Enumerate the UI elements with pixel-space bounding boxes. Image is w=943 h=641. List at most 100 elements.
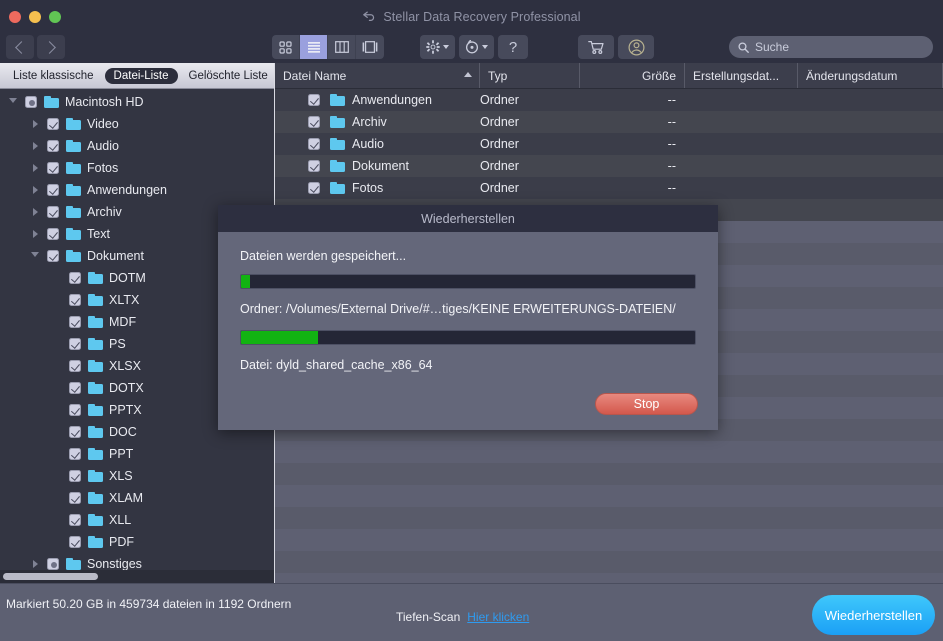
disclosure-triangle-icon[interactable]	[28, 251, 42, 261]
tree-item-checkbox[interactable]	[25, 96, 37, 108]
column-header[interactable]: Größe	[580, 63, 685, 88]
tree-item[interactable]: Video	[0, 113, 275, 135]
table-row[interactable]	[275, 551, 943, 573]
disclosure-triangle-icon[interactable]	[28, 230, 42, 238]
column-header-label: Änderungsdatum	[806, 68, 898, 83]
table-row[interactable]	[275, 573, 943, 583]
tree-item-checkbox[interactable]	[69, 514, 81, 526]
tree-item-checkbox[interactable]	[47, 184, 59, 196]
column-view-button[interactable]	[328, 35, 356, 59]
tree-item-checkbox[interactable]	[69, 360, 81, 372]
dialog-body: Dateien werden gespeichert... Ordner: /V…	[218, 232, 718, 373]
account-button[interactable]	[618, 35, 654, 59]
folder-icon	[44, 96, 59, 108]
tab-datei-liste[interactable]: Datei-Liste	[104, 67, 178, 84]
column-header[interactable]: Änderungsdatum	[798, 63, 943, 88]
table-row[interactable]	[275, 485, 943, 507]
tree-item-checkbox[interactable]	[47, 118, 59, 130]
tree-item-checkbox[interactable]	[69, 382, 81, 394]
tab-gel-schte-liste[interactable]: Gelöschte Liste	[180, 68, 277, 84]
tree-item[interactable]: XLS	[0, 465, 275, 487]
sidebar-horizontal-scroll-thumb[interactable]	[3, 573, 98, 580]
tree-item-checkbox[interactable]	[69, 448, 81, 460]
table-row[interactable]	[275, 463, 943, 485]
tree-item-checkbox[interactable]	[69, 294, 81, 306]
tree-item-checkbox[interactable]	[69, 338, 81, 350]
folder-icon	[88, 272, 103, 284]
tree-item-checkbox[interactable]	[47, 558, 59, 570]
tree-item-checkbox[interactable]	[69, 492, 81, 504]
row-checkbox[interactable]	[308, 182, 320, 194]
disclosure-triangle-icon[interactable]	[28, 186, 42, 194]
user-account-icon	[627, 38, 645, 56]
tree-item-label: Sonstiges	[87, 557, 142, 570]
disclosure-triangle-icon[interactable]	[28, 208, 42, 216]
folder-icon	[330, 182, 345, 194]
cart-button[interactable]	[578, 35, 614, 59]
row-checkbox[interactable]	[308, 116, 320, 128]
table-row[interactable]: Audio Ordner --	[275, 133, 943, 155]
sort-ascending-icon	[464, 72, 472, 77]
tree-item[interactable]: PPT	[0, 443, 275, 465]
tree-item-checkbox[interactable]	[47, 250, 59, 262]
tree-item-label: Archiv	[87, 205, 122, 219]
table-row[interactable]	[275, 441, 943, 463]
table-row[interactable]	[275, 507, 943, 529]
stop-button[interactable]: Stop	[595, 393, 698, 415]
disclosure-triangle-icon[interactable]	[6, 97, 20, 107]
disclosure-triangle-icon[interactable]	[28, 560, 42, 568]
help-button[interactable]: ?	[498, 35, 528, 59]
tree-item[interactable]: Fotos	[0, 157, 275, 179]
tree-item-checkbox[interactable]	[47, 140, 59, 152]
tree-item[interactable]: PDF	[0, 531, 275, 553]
row-checkbox[interactable]	[308, 94, 320, 106]
back-button[interactable]	[6, 35, 34, 59]
tree-item[interactable]: Macintosh HD	[0, 91, 275, 113]
maximize-button[interactable]	[49, 11, 61, 23]
disclosure-triangle-icon[interactable]	[28, 142, 42, 150]
close-button[interactable]	[9, 11, 21, 23]
forward-button[interactable]	[37, 35, 65, 59]
table-row[interactable]: Anwendungen Ordner --	[275, 89, 943, 111]
column-header[interactable]: Erstellungsdat...	[685, 63, 798, 88]
icon-view-button[interactable]	[272, 35, 300, 59]
table-row[interactable]	[275, 529, 943, 551]
tree-item-checkbox[interactable]	[69, 404, 81, 416]
list-view-button[interactable]	[300, 35, 328, 59]
tree-item-checkbox[interactable]	[47, 206, 59, 218]
tree-item-checkbox[interactable]	[69, 470, 81, 482]
tree-item[interactable]: XLL	[0, 509, 275, 531]
settings-menu-button[interactable]	[420, 35, 455, 59]
tree-item[interactable]: Sonstiges	[0, 553, 275, 570]
file-progress-fill	[241, 331, 319, 344]
disclosure-triangle-icon[interactable]	[28, 120, 42, 128]
table-row[interactable]: Dokument Ordner --	[275, 155, 943, 177]
table-row[interactable]: Fotos Ordner --	[275, 177, 943, 199]
gallery-view-button[interactable]	[356, 35, 384, 59]
row-checkbox[interactable]	[308, 138, 320, 150]
tree-item[interactable]: XLAM	[0, 487, 275, 509]
recover-button[interactable]: Wiederherstellen	[812, 595, 935, 635]
tree-item-checkbox[interactable]	[69, 272, 81, 284]
column-header[interactable]: Typ	[480, 63, 580, 88]
minimize-button[interactable]	[29, 11, 41, 23]
tree-item-checkbox[interactable]	[47, 162, 59, 174]
row-checkbox[interactable]	[308, 160, 320, 172]
search-field[interactable]: Suche	[729, 36, 933, 58]
column-header-label: Erstellungsdat...	[693, 68, 780, 83]
tree-item-checkbox[interactable]	[69, 536, 81, 548]
cell-name: Fotos	[275, 181, 480, 195]
tree-item-checkbox[interactable]	[69, 426, 81, 438]
tree-item-checkbox[interactable]	[47, 228, 59, 240]
history-menu-button[interactable]	[459, 35, 494, 59]
folder-icon	[66, 228, 81, 240]
disclosure-triangle-icon[interactable]	[28, 164, 42, 172]
folder-icon	[66, 184, 81, 196]
column-header[interactable]: Datei Name	[275, 63, 480, 88]
tree-item[interactable]: Audio	[0, 135, 275, 157]
tree-item-checkbox[interactable]	[69, 316, 81, 328]
deep-scan-link[interactable]: Hier klicken	[467, 610, 529, 624]
tab-liste-klassische[interactable]: Liste klassische	[4, 68, 103, 84]
tree-item[interactable]: Anwendungen	[0, 179, 275, 201]
table-row[interactable]: Archiv Ordner --	[275, 111, 943, 133]
